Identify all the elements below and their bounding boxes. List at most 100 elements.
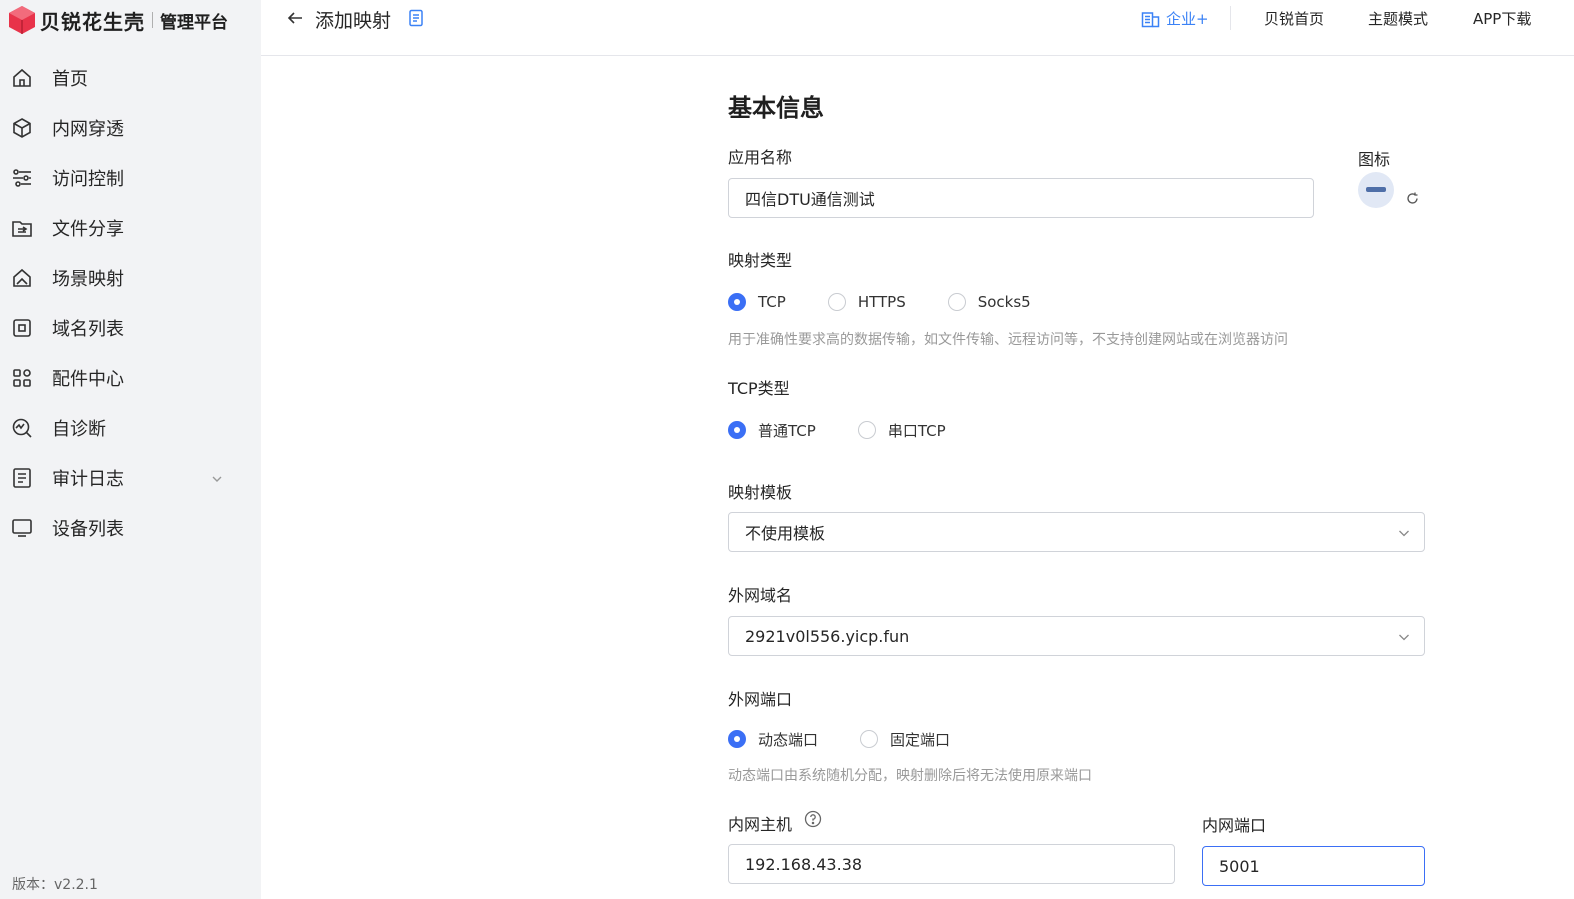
mapping-type-label: 映射类型: [728, 251, 793, 270]
app-icon-preview[interactable]: [1358, 172, 1394, 208]
radio-indicator-selected: [728, 421, 746, 439]
chevron-down-icon[interactable]: [210, 472, 224, 486]
diagnosis-icon: [12, 418, 32, 438]
chevron-down-icon: [1399, 530, 1409, 537]
radio-indicator: [857, 421, 876, 439]
radio-fixed-port[interactable]: 固定端口: [860, 729, 950, 750]
enterprise-plus-link[interactable]: 企业+: [1141, 8, 1209, 29]
mapping-type-radio-group: TCP HTTPS Socks5: [728, 291, 1031, 313]
sidebar-nav: 首页 内网穿透 访问控制 文件分享 场景映射 域名列表 配件中心 自诊断 审计日…: [0, 53, 261, 553]
home-icon: [13, 68, 31, 87]
radio-indicator: [947, 293, 966, 311]
template-select[interactable]: 不使用模板: [728, 512, 1425, 552]
sidebar-item-scene-mapping[interactable]: 场景映射: [0, 253, 261, 303]
sidebar-item-label: 审计日志: [52, 469, 124, 490]
scene-icon: [13, 268, 31, 287]
domain-select-value: 2921v0l556.yicp.fun: [745, 626, 910, 646]
template-label: 映射模板: [728, 483, 793, 502]
radio-label: 固定端口: [890, 730, 951, 749]
radio-serial-tcp[interactable]: 串口TCP: [857, 420, 946, 441]
radio-label: TCP: [758, 293, 786, 311]
icon-label: 图标: [1358, 150, 1391, 169]
lan-port-input[interactable]: [1202, 846, 1425, 886]
top-header: 添加映射 企业+ 贝锐首页 主题模式 APP下载: [261, 0, 1574, 56]
radio-normal-tcp[interactable]: 普通TCP: [728, 420, 816, 441]
refresh-icon[interactable]: [1405, 191, 1420, 206]
sidebar-item-label: 设备列表: [52, 519, 124, 540]
enterprise-icon: [1141, 11, 1160, 27]
radio-https[interactable]: HTTPS: [827, 293, 906, 311]
sidebar-item-device-list[interactable]: 设备列表: [0, 503, 261, 553]
radio-label: HTTPS: [857, 293, 906, 311]
sidebar-item-label: 首页: [52, 69, 88, 90]
brand-logo-icon: [9, 6, 35, 34]
app-name-label: 应用名称: [728, 148, 793, 167]
sidebar-item-label: 域名列表: [52, 319, 124, 340]
radio-label: Socks5: [977, 293, 1031, 311]
domain-select[interactable]: 2921v0l556.yicp.fun: [728, 616, 1425, 656]
chevron-down-icon: [1399, 634, 1409, 641]
logo[interactable]: 贝锐花生壳 管理平台: [8, 4, 228, 36]
sidebar-item-file-share[interactable]: 文件分享: [0, 203, 261, 253]
mapping-type-hint: 用于准确性要求高的数据传输，如文件传输、远程访问等，不支持创建网站或在浏览器访问: [728, 332, 1288, 348]
section-title: 基本信息: [728, 94, 824, 122]
brand-subtitle: 管理平台: [160, 12, 228, 33]
sidebar-item-label: 访问控制: [52, 169, 124, 190]
app-name-input[interactable]: [728, 178, 1314, 218]
radio-label: 普通TCP: [758, 421, 816, 440]
tcp-type-label: TCP类型: [728, 379, 790, 398]
domain-icon: [13, 319, 31, 337]
sidebar-item-home[interactable]: 首页: [0, 53, 261, 103]
radio-indicator-selected: [728, 293, 746, 311]
log-icon: [13, 468, 31, 488]
logo-divider: [152, 12, 153, 28]
port-hint: 动态端口由系统随机分配，映射删除后将无法使用原来端口: [728, 768, 1092, 784]
template-select-value: 不使用模板: [745, 524, 826, 543]
brand-name: 贝锐花生壳: [40, 9, 145, 34]
theme-mode-link[interactable]: 主题模式: [1368, 8, 1428, 29]
lan-host-input[interactable]: [728, 844, 1175, 884]
monitor-icon: [12, 519, 32, 537]
header-divider: [1230, 6, 1231, 30]
radio-label: 动态端口: [758, 730, 819, 749]
radio-indicator: [827, 293, 846, 311]
sidebar-item-accessories[interactable]: 配件中心: [0, 353, 261, 403]
back-arrow-icon[interactable]: [286, 9, 304, 27]
document-icon[interactable]: [408, 9, 424, 27]
lan-port-label: 内网端口: [1202, 816, 1267, 835]
app-icon-glyph: [1366, 187, 1386, 192]
sliders-icon: [13, 169, 31, 187]
radio-tcp[interactable]: TCP: [728, 293, 786, 311]
folder-share-icon: [12, 221, 32, 237]
sidebar-item-label: 自诊断: [52, 419, 106, 440]
radio-indicator-selected: [728, 730, 746, 748]
sidebar-item-label: 文件分享: [52, 219, 124, 240]
external-port-label: 外网端口: [728, 690, 793, 709]
app-root: 贝锐花生壳 管理平台 首页 内网穿透 访问控制 文件分享 场景映射 域名列表 配…: [0, 0, 1574, 899]
app-download-link[interactable]: APP下载: [1473, 8, 1531, 29]
port-type-radio-group: 动态端口 固定端口: [728, 728, 950, 750]
tcp-type-radio-group: 普通TCP 串口TCP: [728, 419, 946, 441]
domain-label: 外网域名: [728, 586, 793, 605]
sidebar-item-access-control[interactable]: 访问控制: [0, 153, 261, 203]
sidebar-item-label: 场景映射: [52, 269, 124, 290]
version-label: 版本：v2.2.1: [12, 877, 98, 893]
help-icon[interactable]: [804, 810, 822, 828]
sidebar: 贝锐花生壳 管理平台 首页 内网穿透 访问控制 文件分享 场景映射 域名列表 配…: [0, 0, 261, 899]
radio-indicator: [860, 730, 879, 748]
page-title: 添加映射: [315, 10, 392, 32]
radio-label: 串口TCP: [887, 421, 946, 440]
sidebar-item-domain-list[interactable]: 域名列表: [0, 303, 261, 353]
sidebar-item-intranet[interactable]: 内网穿透: [0, 103, 261, 153]
sidebar-item-self-diagnosis[interactable]: 自诊断: [0, 403, 261, 453]
enterprise-plus-label: 企业+: [1166, 10, 1209, 28]
grid-icon: [13, 369, 31, 387]
radio-socks5[interactable]: Socks5: [947, 293, 1031, 311]
sidebar-item-label: 配件中心: [52, 369, 124, 390]
cube-icon: [13, 118, 31, 138]
sidebar-item-label: 内网穿透: [52, 119, 124, 140]
lan-host-label: 内网主机: [728, 815, 793, 834]
sidebar-item-audit-log[interactable]: 审计日志: [0, 453, 261, 503]
oray-home-link[interactable]: 贝锐首页: [1264, 8, 1324, 29]
radio-dynamic-port[interactable]: 动态端口: [728, 729, 818, 750]
